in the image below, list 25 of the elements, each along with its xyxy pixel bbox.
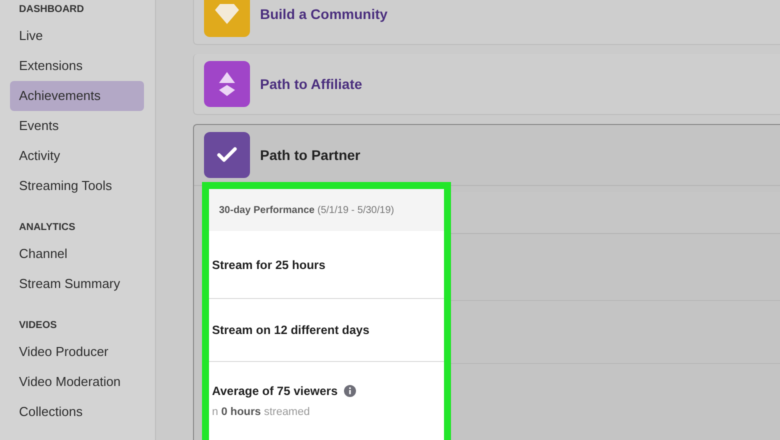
info-icon[interactable] — [344, 385, 356, 398]
nav-item[interactable]: Achievements — [10, 81, 144, 111]
nav-item[interactable]: Extensions — [10, 51, 144, 81]
achievement-header[interactable]: Path to Affiliate — [194, 54, 780, 114]
goal-title: Stream on 12 different days — [212, 322, 370, 339]
goal-title: Average of 75 viewers — [212, 383, 338, 400]
achievement-header[interactable]: Path to Partner — [194, 125, 780, 185]
nav-item[interactable]: Stream Summary — [10, 269, 144, 299]
nav-item[interactable]: Collections — [10, 397, 144, 427]
performance-period: 30-day Performance (5/1/19 - 5/30/19) — [219, 204, 394, 218]
check-icon — [217, 147, 237, 163]
goal-title: Stream for 25 hours — [212, 256, 326, 274]
stacked-triangles-icon — [216, 71, 238, 97]
nav-item[interactable]: Live — [10, 21, 144, 51]
section-heading: ANALYTICS — [18, 220, 76, 234]
nav-item[interactable]: Channel — [10, 239, 144, 269]
nav-item[interactable]: Activity — [10, 141, 144, 171]
diamond-icon — [214, 3, 240, 25]
achievement-header[interactable]: Build a Community — [194, 0, 780, 44]
nav-item[interactable]: Video Producer — [10, 337, 144, 367]
section-heading: DASHBOARD — [18, 2, 85, 16]
nav-item[interactable]: Streaming Tools — [10, 171, 144, 201]
nav-item[interactable]: Video Moderation — [10, 367, 144, 397]
nav-item[interactable]: Events — [10, 111, 144, 141]
section-heading: VIDEOS — [18, 318, 58, 332]
